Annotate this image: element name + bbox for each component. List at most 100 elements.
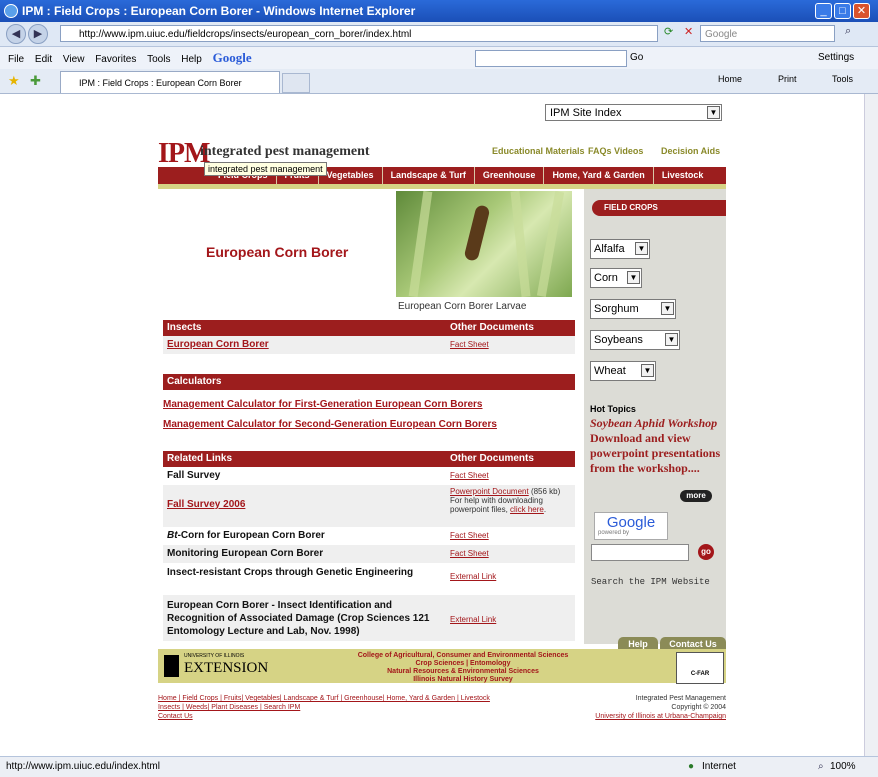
back-button[interactable]: ◀ bbox=[6, 24, 26, 44]
link-decision-aids[interactable]: Decision Aids bbox=[661, 146, 720, 156]
hot-topics-heading[interactable]: Soybean Aphid Workshop bbox=[590, 416, 717, 430]
settings-button[interactable]: Settings bbox=[818, 47, 854, 69]
ipm-logo-text[interactable]: integrated pest management bbox=[200, 144, 370, 160]
google-toolbar-logo[interactable]: Google bbox=[213, 50, 252, 65]
zoom-icon: ⌕ bbox=[818, 761, 824, 772]
footer-affiliations: College of Agricultural, Consumer and En… bbox=[357, 652, 569, 683]
chevron-down-icon: ▼ bbox=[627, 271, 640, 284]
table-row: Insect-resistant Crops through Genetic E… bbox=[163, 563, 575, 595]
other-documents-header: Other Documents bbox=[450, 322, 534, 333]
bottom-nav-links-row1[interactable]: Home | Field Crops | Fruits| Vegetables|… bbox=[158, 695, 490, 702]
more-button[interactable]: more bbox=[680, 490, 712, 502]
powerpoint-size: (856 kb) bbox=[528, 487, 561, 496]
menu-view[interactable]: View bbox=[63, 54, 85, 65]
nres-link[interactable]: Natural Resources & Environmental Scienc… bbox=[387, 668, 539, 675]
add-favorite-icon[interactable]: ✚ bbox=[30, 73, 41, 89]
identification-lecture-label: European Corn Borer - Insect Identificat… bbox=[167, 600, 430, 637]
external-link[interactable]: External Link bbox=[450, 572, 496, 581]
hot-topics-text[interactable]: Download and view powerpoint presentatio… bbox=[590, 431, 720, 475]
page-viewport: IPM Site Index ▼ IPM integrated pest mana… bbox=[8, 94, 864, 756]
stop-icon[interactable]: ✕ bbox=[684, 25, 693, 38]
fact-sheet-link[interactable]: Fact Sheet bbox=[450, 471, 489, 480]
site-index-select[interactable]: IPM Site Index ▼ bbox=[545, 104, 722, 121]
tab-bar: ★ ✚ IPM : Field Crops : European Corn Bo… bbox=[0, 69, 878, 94]
search-icon[interactable]: ⌕ bbox=[845, 25, 851, 38]
menu-favorites[interactable]: Favorites bbox=[95, 54, 136, 65]
nav-tab-landscape-turf[interactable]: Landscape & Turf bbox=[381, 167, 474, 184]
college-link[interactable]: College of Agricultural, Consumer and En… bbox=[358, 652, 569, 659]
insect-link-european-corn-borer[interactable]: European Corn Borer bbox=[167, 339, 269, 350]
site-search-go-button[interactable]: go bbox=[698, 544, 714, 560]
menu-edit[interactable]: Edit bbox=[35, 54, 52, 65]
favorites-star-icon[interactable]: ★ bbox=[8, 73, 20, 89]
fact-sheet-link[interactable]: Fact Sheet bbox=[450, 340, 489, 349]
fall-survey-label: Fall Survey bbox=[167, 470, 221, 481]
cfar-text: C-FAR bbox=[690, 671, 710, 677]
print-button[interactable]: Print bbox=[778, 74, 797, 84]
inhs-link[interactable]: Illinois Natural History Survey bbox=[413, 676, 513, 683]
bottom-nav-links-row2[interactable]: Insects | Weeds| Plant Diseases | Search… bbox=[158, 704, 300, 711]
list-item: Management Calculator for Second-Generat… bbox=[163, 414, 575, 432]
external-link[interactable]: External Link bbox=[450, 615, 496, 624]
crop-select-corn[interactable]: Corn ▼ bbox=[590, 268, 642, 288]
illinois-i-logo-icon bbox=[164, 655, 179, 677]
crop-select-wheat[interactable]: Wheat ▼ bbox=[590, 361, 656, 381]
google-toolbar-input[interactable] bbox=[475, 50, 627, 67]
status-bar: http://www.ipm.uiuc.edu/index.html ● Int… bbox=[0, 756, 878, 777]
new-tab-button[interactable] bbox=[282, 73, 310, 93]
page-title: European Corn Borer bbox=[206, 244, 349, 260]
nav-tab-vegetables[interactable]: Vegetables bbox=[317, 167, 382, 184]
other-documents-header: Other Documents bbox=[450, 453, 534, 464]
refresh-icon[interactable]: ⟳ bbox=[664, 25, 673, 38]
menu-help[interactable]: Help bbox=[181, 54, 202, 65]
table-row: European Corn Borer Fact Sheet bbox=[163, 336, 575, 354]
tab-current-page[interactable]: IPM : Field Crops : European Corn Borer bbox=[60, 71, 280, 93]
extension-university-text: UNIVERSITY OF ILLINOIS bbox=[184, 653, 245, 659]
entomology-link[interactable]: Entomology bbox=[470, 660, 510, 667]
fall-survey-2006-link[interactable]: Fall Survey 2006 bbox=[167, 499, 245, 510]
extension-logo-text[interactable]: EXTENSION bbox=[184, 660, 268, 677]
url-input[interactable]: http://www.ipm.uiuc.edu/fieldcrops/insec… bbox=[60, 25, 658, 42]
search-input[interactable]: Google bbox=[700, 25, 835, 42]
bottom-contact-link[interactable]: Contact Us bbox=[158, 713, 193, 720]
menu-file[interactable]: File bbox=[8, 54, 24, 65]
nav-tab-livestock[interactable]: Livestock bbox=[652, 167, 712, 184]
table-row: European Corn Borer - Insect Identificat… bbox=[163, 595, 575, 641]
crop-sciences-link[interactable]: Crop Sciences bbox=[416, 660, 465, 667]
link-educational-materials[interactable]: Educational Materials bbox=[492, 146, 585, 156]
hot-topics-link[interactable]: Soybean Aphid Workshop Download and view … bbox=[590, 416, 730, 476]
maximize-button[interactable]: □ bbox=[834, 3, 851, 19]
forward-button[interactable]: ▶ bbox=[28, 24, 48, 44]
minimize-button[interactable]: _ bbox=[815, 3, 832, 19]
site-search-input[interactable] bbox=[591, 544, 689, 561]
fact-sheet-link[interactable]: Fact Sheet bbox=[450, 531, 489, 540]
crop-corn-label: Corn bbox=[594, 272, 618, 284]
google-go-button[interactable]: Go bbox=[630, 47, 643, 69]
nav-tab-greenhouse[interactable]: Greenhouse bbox=[473, 167, 544, 184]
calculator-first-generation-link[interactable]: Management Calculator for First-Generati… bbox=[163, 399, 483, 410]
link-faqs[interactable]: FAQs bbox=[588, 146, 612, 156]
powerpoint-document-link[interactable]: Powerpoint Document bbox=[450, 487, 529, 496]
close-window-button[interactable]: ✕ bbox=[853, 3, 870, 19]
crop-select-sorghum[interactable]: Sorghum ▼ bbox=[590, 299, 676, 319]
fact-sheet-link[interactable]: Fact Sheet bbox=[450, 549, 489, 558]
crop-soybeans-label: Soybeans bbox=[594, 334, 643, 346]
click-here-link[interactable]: click here bbox=[510, 505, 544, 514]
link-videos[interactable]: Videos bbox=[614, 146, 643, 156]
calculator-second-generation-link[interactable]: Management Calculator for Second-Generat… bbox=[163, 419, 497, 430]
vertical-scrollbar[interactable] bbox=[864, 94, 878, 756]
crop-select-soybeans[interactable]: Soybeans ▼ bbox=[590, 330, 680, 350]
menu-tools[interactable]: Tools bbox=[147, 54, 170, 65]
copyright: Integrated Pest Management Copyright © 2… bbox=[548, 694, 726, 721]
home-button[interactable]: Home bbox=[718, 74, 742, 84]
globe-icon: ● bbox=[688, 761, 695, 772]
zoom-level[interactable]: 100% bbox=[830, 757, 856, 777]
university-link[interactable]: University of Illinois at Urbana-Champai… bbox=[595, 713, 726, 720]
tools-button[interactable]: Tools bbox=[832, 74, 853, 84]
chevron-down-icon: ▼ bbox=[665, 333, 678, 346]
hot-topics-title: Hot Topics bbox=[590, 404, 636, 414]
nav-tab-home-yard-garden[interactable]: Home, Yard & Garden bbox=[543, 167, 652, 184]
copyright-line1: Integrated Pest Management bbox=[635, 695, 726, 702]
window-title-bar: IPM : Field Crops : European Corn Borer … bbox=[0, 0, 878, 22]
crop-select-alfalfa[interactable]: Alfalfa ▼ bbox=[590, 239, 650, 259]
